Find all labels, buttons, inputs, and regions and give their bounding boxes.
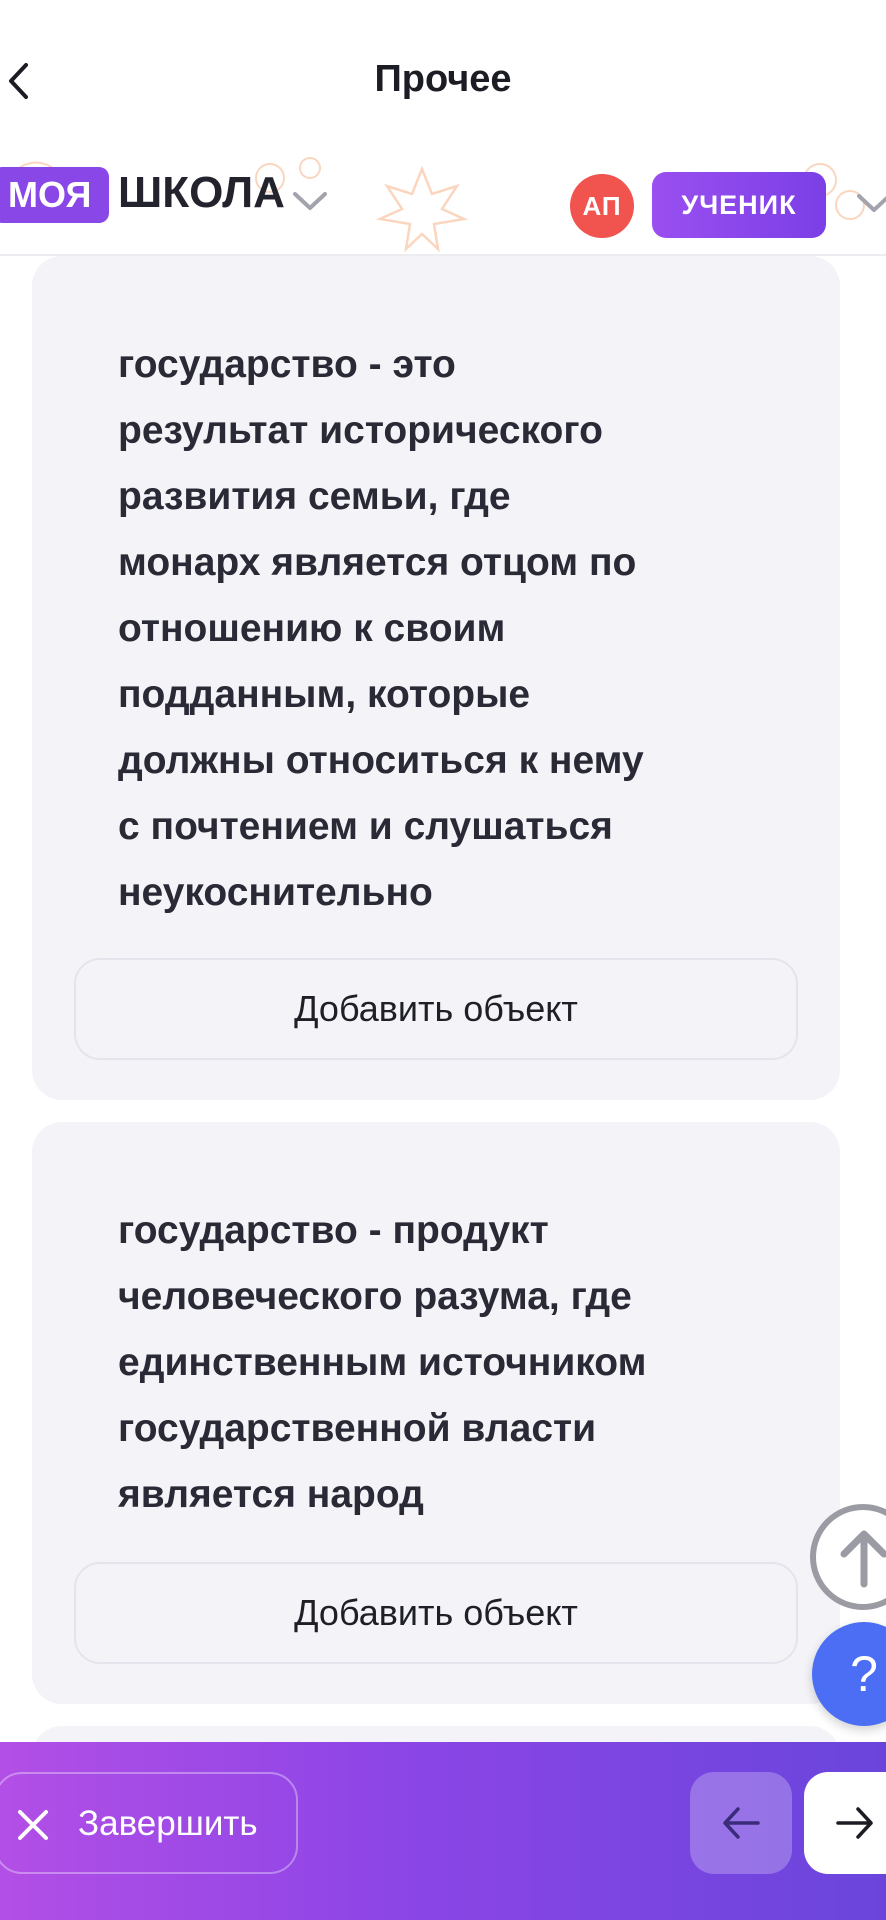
top-bar: Прочее [0,0,886,150]
add-object-button[interactable]: Добавить объект [74,1562,798,1664]
previous-button[interactable] [690,1772,792,1874]
card-text: государство - это результат историческог… [118,343,644,914]
finish-label: Завершить [78,1804,258,1843]
logo-text: ШКОЛА [118,168,285,217]
next-button[interactable] [804,1772,886,1874]
page-title: Прочее [374,58,512,100]
logo-badge: МОЯ [0,167,110,223]
decor-maple-icon [375,165,469,253]
answer-card: государство - продукт человеческого разу… [32,1122,840,1704]
avatar[interactable]: АП [570,174,634,238]
add-object-button[interactable]: Добавить объект [74,958,798,1060]
answer-card: государство - это результат историческог… [32,256,840,1100]
role-badge[interactable]: УЧЕНИК [652,172,826,238]
chevron-down-icon[interactable] [292,190,328,217]
bottom-bar: Завершить [0,1742,886,1920]
role-chevron-down-icon[interactable] [856,192,886,219]
card-text: государство - продукт человеческого разу… [118,1209,647,1516]
finish-button[interactable]: Завершить [0,1772,298,1874]
school-bar: МОЯ ШКОЛА АП УЧЕНИК [0,150,886,256]
screen: Прочее МОЯ ШКОЛА АП УЧЕНИК государство -… [0,0,886,1920]
